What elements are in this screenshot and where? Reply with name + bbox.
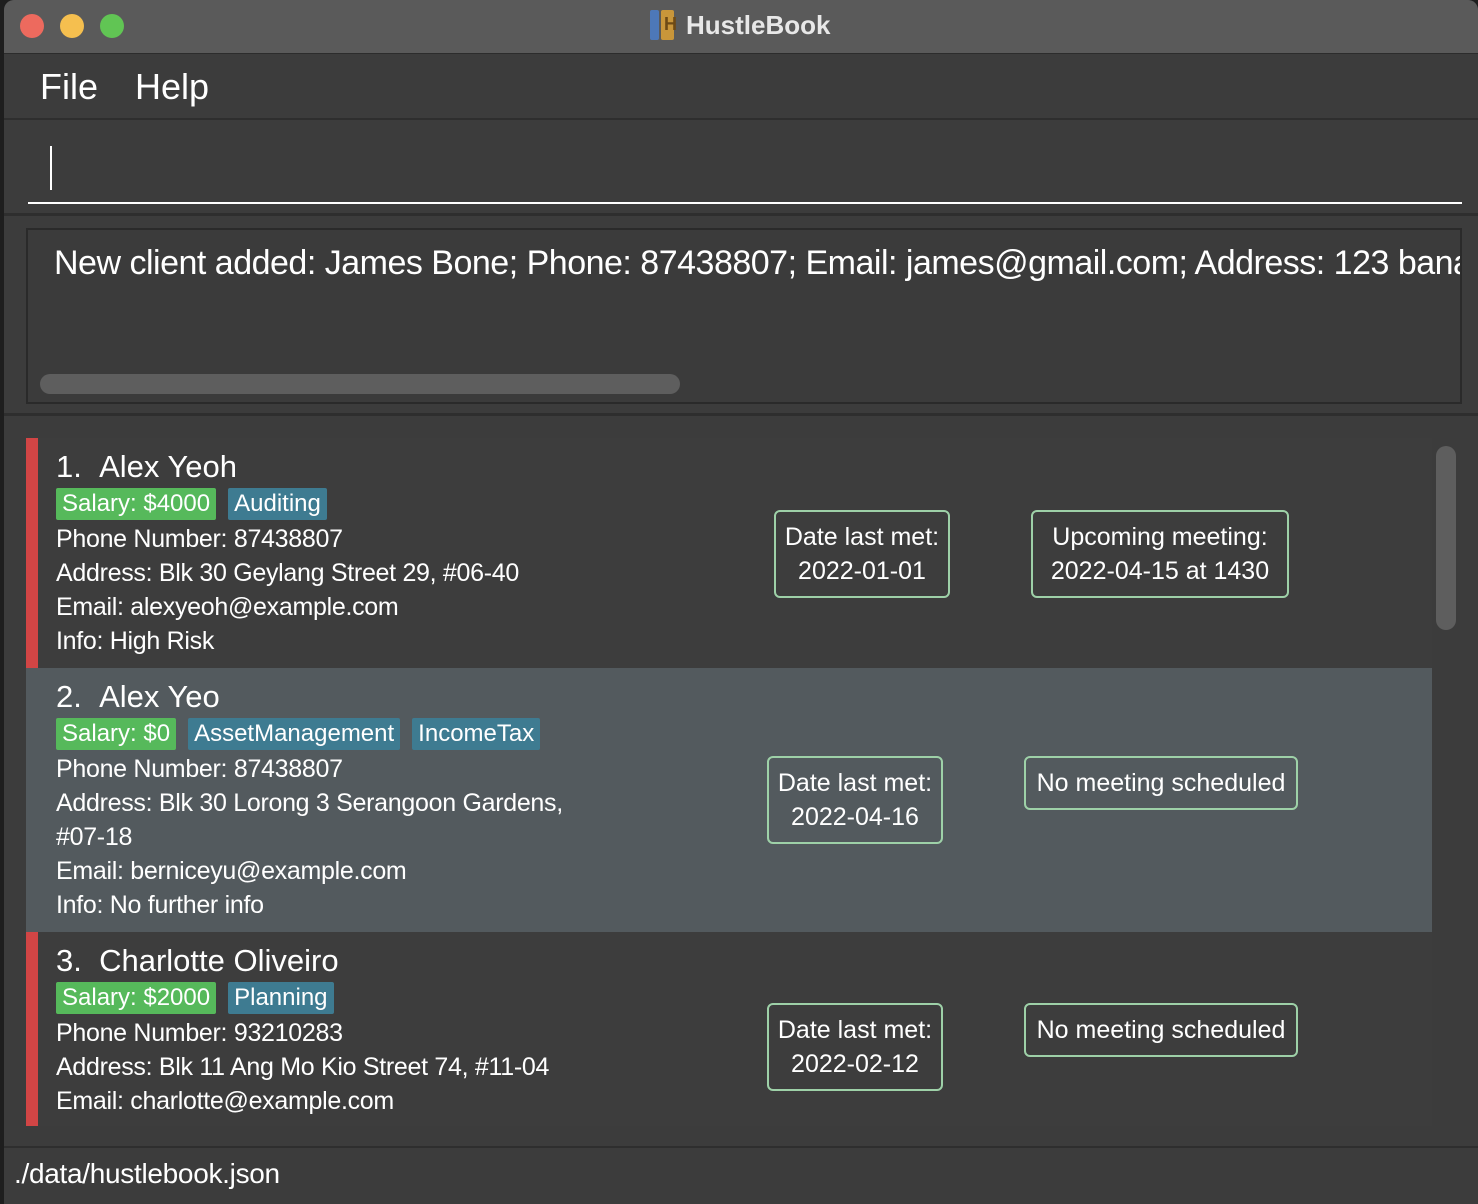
command-box-area [4,122,1478,216]
status-bar: ./data/hustlebook.json [4,1146,1478,1204]
client-card[interactable]: 3. Charlotte Oliveiro Salary: $2000 Plann… [26,932,1432,1126]
date-last-met-box: Date last met: 2022-04-16 [767,756,943,844]
minimize-window-button[interactable] [60,14,84,38]
result-horizontal-scrollbar[interactable] [40,374,680,394]
client-name: 3. Charlotte Oliveiro [56,943,339,978]
hustlebook-app-icon: H [650,10,677,40]
list-vertical-scrollbar[interactable] [1436,446,1456,630]
high-risk-indicator [26,438,38,668]
high-risk-indicator [26,932,38,1126]
window-title: HustleBook [686,10,831,40]
close-window-button[interactable] [20,14,44,38]
category-tag: IncomeTax [412,718,541,750]
no-meeting-box: No meeting scheduled [1024,1003,1298,1057]
client-info: Info: High Risk [56,627,215,655]
client-tags: Salary: $0 AssetManagement IncomeTax [56,718,756,752]
result-display-area: New client added: James Bone; Phone: 874… [4,218,1478,416]
menu-file[interactable]: File [40,66,98,108]
title-bar: H HustleBook [4,0,1478,54]
command-input[interactable] [28,134,1462,204]
category-tag: Planning [228,982,334,1014]
client-tags: Salary: $2000 Planning [56,982,756,1016]
upcoming-meeting-box: Upcoming meeting: 2022-04-15 at 1430 [1031,510,1289,598]
client-address: Address: Blk 30 Lorong 3 Serangoon Garde… [56,789,563,817]
date-last-met-box: Date last met: 2022-02-12 [767,1003,943,1091]
client-address: Address: Blk 30 Geylang Street 29, #06-4… [56,559,519,587]
menu-bar: File Help [4,54,1478,120]
client-tags: Salary: $4000 Auditing [56,488,756,522]
salary-tag: Salary: $0 [56,718,177,750]
result-message: New client added: James Bone; Phone: 874… [54,244,1462,282]
menu-help[interactable]: Help [135,66,209,108]
date-last-met-box: Date last met: 2022-01-01 [774,510,950,598]
text-caret [50,146,52,190]
result-display[interactable]: New client added: James Bone; Phone: 874… [26,228,1462,404]
no-meeting-box: No meeting scheduled [1024,756,1298,810]
client-name: 2. Alex Yeo [56,679,220,714]
client-list[interactable]: 1. Alex Yeoh Salary: $4000 Auditing Phone… [26,438,1432,1126]
client-list-area: 1. Alex Yeoh Salary: $4000 Auditing Phone… [4,418,1478,1146]
client-card[interactable]: 2. Alex Yeo Salary: $0 AssetManagement Inc… [26,668,1432,932]
client-phone: Phone Number: 87438807 [56,755,343,783]
category-tag: Auditing [228,488,327,520]
client-email: Email: berniceyu@example.com [56,857,407,885]
data-file-path: ./data/hustlebook.json [14,1158,280,1189]
client-email: Email: alexyeoh@example.com [56,593,399,621]
maximize-window-button[interactable] [100,14,124,38]
app-window: H HustleBook File Help New client added:… [4,0,1478,1204]
client-info: Info: No further info [56,891,264,919]
salary-tag: Salary: $4000 [56,488,217,520]
client-address-continued: #07-18 [56,823,133,851]
category-tag: AssetManagement [188,718,401,750]
client-address: Address: Blk 11 Ang Mo Kio Street 74, #1… [56,1053,550,1081]
client-phone: Phone Number: 93210283 [56,1019,343,1047]
client-phone: Phone Number: 87438807 [56,525,343,553]
salary-tag: Salary: $2000 [56,982,217,1014]
client-name: 1. Alex Yeoh [56,449,238,484]
client-card[interactable]: 1. Alex Yeoh Salary: $4000 Auditing Phone… [26,438,1432,668]
client-email: Email: charlotte@example.com [56,1087,394,1115]
